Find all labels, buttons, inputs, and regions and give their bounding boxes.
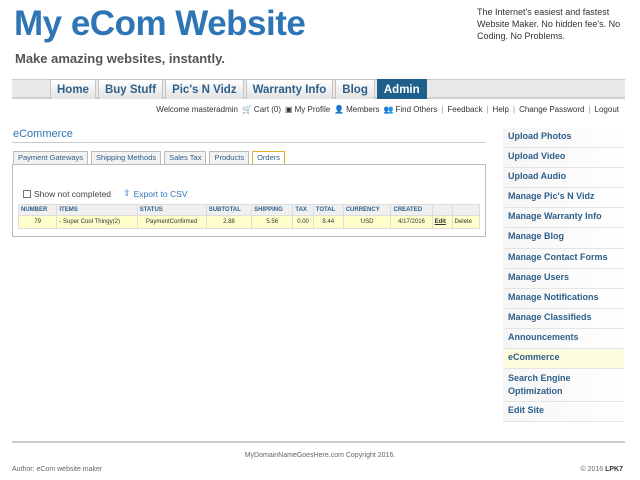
sidebar-item-manage-pics-n-vidz[interactable]: Manage Pic's N Vidz xyxy=(503,188,624,209)
cart-icon: 🛒 xyxy=(241,104,252,114)
column-header[interactable]: CREATED xyxy=(390,204,433,216)
order-number: 79 xyxy=(17,215,58,229)
show-not-completed-checkbox[interactable] xyxy=(23,189,31,198)
show-not-completed-label: Show not completed xyxy=(34,188,112,199)
heading-divider xyxy=(12,142,486,143)
welcome-text: Welcome masteradmin xyxy=(156,105,238,114)
admin-sidebar: Upload Photos Upload Video Upload Audio … xyxy=(503,128,624,423)
members-link[interactable]: 👤 Members xyxy=(334,105,379,114)
order-items: - Super Cool Thingy(2) xyxy=(56,215,138,229)
sidebar-item-upload-audio[interactable]: Upload Audio xyxy=(503,168,624,189)
footer-copyright: MyDomainNameGoesHere.com Copyright 2016. xyxy=(244,452,396,459)
column-header[interactable]: SUBTOTAL xyxy=(205,204,253,216)
column-header[interactable]: TAX xyxy=(292,204,314,216)
members-label: Members xyxy=(346,105,380,114)
column-header[interactable]: CURRENCY xyxy=(342,204,392,216)
sidebar-item-manage-blog[interactable]: Manage Blog xyxy=(503,228,624,249)
nav-tab-blog[interactable]: Blog xyxy=(335,79,375,99)
footer-divider xyxy=(12,441,625,443)
find-others-link[interactable]: 👥 Find Others xyxy=(383,105,437,114)
column-header[interactable]: SHIPPING xyxy=(251,204,294,216)
feedback-link[interactable]: Feedback xyxy=(447,105,482,114)
sidebar-item-ecommerce[interactable]: eCommerce xyxy=(503,349,624,370)
order-currency: USD xyxy=(342,215,392,229)
column-header[interactable]: NUMBER xyxy=(17,204,58,216)
footer-brand: © 2016 LPK7 xyxy=(580,466,623,473)
members-icon: 👤 xyxy=(334,104,345,114)
promo-text: The Internet's easiest and fastest Websi… xyxy=(477,7,621,41)
order-status: PaymentConfirmed xyxy=(136,215,207,229)
sidebar-item-manage-classifieds[interactable]: Manage Classifieds xyxy=(503,308,624,329)
tab-sales-tax[interactable]: Sales Tax xyxy=(164,151,207,164)
tab-payment-gateways[interactable]: Payment Gateways xyxy=(13,151,89,164)
sidebar-item-edit-site[interactable]: Edit Site xyxy=(503,402,624,423)
cart-link[interactable]: 🛒 Cart (0) xyxy=(242,105,281,114)
edit-order-link[interactable]: Edit xyxy=(431,215,453,229)
sidebar-item-manage-contact-forms[interactable]: Manage Contact Forms xyxy=(503,248,624,269)
user-bar: Welcome masteradmin 🛒 Cart (0) ▣ My Prof… xyxy=(156,105,619,114)
sidebar-item-upload-photos[interactable]: Upload Photos xyxy=(503,128,624,149)
column-header xyxy=(431,204,453,216)
nav-tab-admin[interactable]: Admin xyxy=(376,79,427,99)
separator: | xyxy=(441,105,444,114)
my-profile-link[interactable]: ▣ My Profile xyxy=(285,105,330,114)
sidebar-item-search-engine-optimization[interactable]: Search Engine Optimization xyxy=(503,369,624,403)
column-header[interactable]: STATUS xyxy=(136,204,207,216)
order-tax: 0.00 xyxy=(292,215,314,229)
nav-tab-warranty-info[interactable]: Warranty Info xyxy=(245,79,334,99)
orders-panel: Show not completed ⇪ Export to CSV NUMBE… xyxy=(12,164,486,237)
separator: | xyxy=(588,105,591,114)
order-shipping: 5.56 xyxy=(251,215,294,229)
footer-year: © 2016 xyxy=(580,466,604,473)
column-header[interactable]: ITEMS xyxy=(56,204,138,216)
orders-table: NUMBER ITEMS STATUS SUBTOTAL SHIPPING TA… xyxy=(17,204,481,229)
site-title: My eCom Website xyxy=(14,4,306,43)
sidebar-item-manage-users[interactable]: Manage Users xyxy=(503,268,624,289)
sidebar-item-announcements[interactable]: Announcements xyxy=(503,328,624,350)
order-created: 4/17/2016 xyxy=(390,215,433,229)
column-header xyxy=(451,204,481,216)
nav-tab-buy-stuff[interactable]: Buy Stuff xyxy=(97,79,164,99)
page-title: eCommerce xyxy=(13,128,73,140)
table-header-row: NUMBER ITEMS STATUS SUBTOTAL SHIPPING TA… xyxy=(17,204,481,216)
separator: | xyxy=(486,105,489,114)
logout-link[interactable]: Logout xyxy=(595,105,619,114)
export-icon: ⇪ xyxy=(123,188,131,198)
export-csv-link[interactable]: ⇪ Export to CSV xyxy=(123,188,187,199)
change-password-link[interactable]: Change Password xyxy=(519,105,584,114)
help-link[interactable]: Help xyxy=(493,105,509,114)
order-subtotal: 2.88 xyxy=(205,215,253,229)
nav-tab-pics-n-vidz[interactable]: Pic's N Vidz xyxy=(165,79,244,99)
my-profile-label: My Profile xyxy=(294,105,331,114)
order-total: 8.44 xyxy=(312,215,344,229)
profile-icon: ▣ xyxy=(285,104,293,114)
footer-author: Author: eCom website maker xyxy=(12,466,103,473)
sidebar-item-manage-notifications[interactable]: Manage Notifications xyxy=(503,288,624,309)
separator: | xyxy=(513,105,516,114)
delete-order-link[interactable]: Delete xyxy=(451,215,481,229)
footer-brand-name: LPK7 xyxy=(605,466,623,473)
tab-orders[interactable]: Orders xyxy=(252,151,285,165)
sidebar-item-upload-video[interactable]: Upload Video xyxy=(503,148,624,169)
site-tagline: Make amazing websites, instantly. xyxy=(15,51,225,66)
tab-products[interactable]: Products xyxy=(209,151,250,164)
find-others-icon: 👥 xyxy=(383,104,394,114)
sidebar-item-manage-warranty-info[interactable]: Manage Warranty Info xyxy=(503,208,624,229)
find-others-label: Find Others xyxy=(395,105,438,114)
export-csv-label: Export to CSV xyxy=(133,188,188,199)
cart-label: Cart (0) xyxy=(253,105,282,114)
nav-tab-home[interactable]: Home xyxy=(50,79,96,99)
tab-shipping-methods[interactable]: Shipping Methods xyxy=(91,151,162,164)
column-header[interactable]: TOTAL xyxy=(312,204,344,216)
table-row: 79 - Super Cool Thingy(2) PaymentConfirm… xyxy=(17,215,481,229)
ecommerce-tabs: Payment Gateways Shipping Methods Sales … xyxy=(13,151,285,165)
filter-row: Show not completed ⇪ Export to CSV xyxy=(23,188,187,199)
nav-tabs: Home Buy Stuff Pic's N Vidz Warranty Inf… xyxy=(50,79,427,99)
